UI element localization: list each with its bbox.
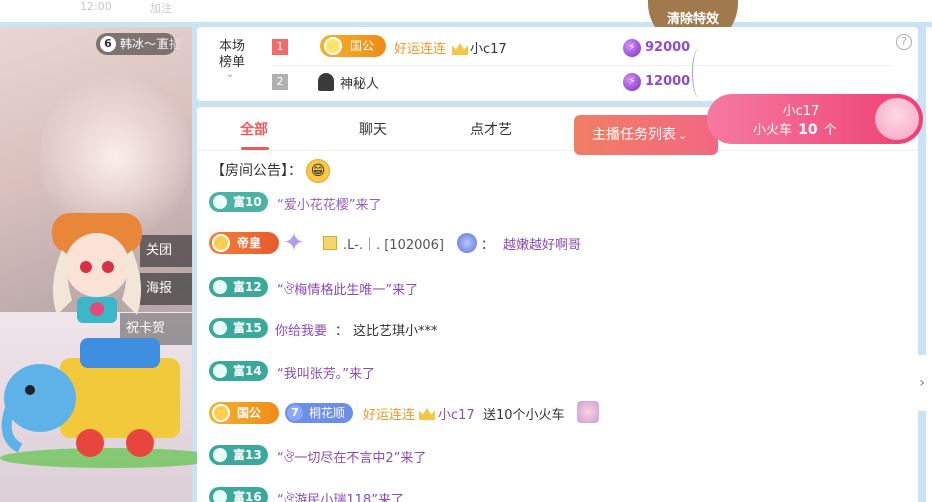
noble-badge: 国公 — [320, 35, 386, 57]
wealth-level-badge: 富15 — [209, 318, 268, 338]
hanging-thread — [692, 48, 706, 98]
chat-message: 帝皇 ✦ .L-.｜. [102006] ： 越嫩越好啊哥 — [209, 229, 909, 257]
gift-train-banner[interactable]: 小c17 小火车 10 个 — [707, 94, 923, 144]
crown-icon — [212, 234, 230, 252]
message-text: “爱小花花樱”来了 — [277, 198, 382, 213]
row-divider — [272, 65, 892, 66]
chat-message: 富12 “ঔ梅情格此生唯一”来了 — [209, 274, 909, 302]
user-name: 神秘人 — [340, 77, 380, 92]
anchor-task-list-button[interactable]: 主播任务列表 ⌄ — [574, 115, 718, 155]
mascot-sticker — [52, 213, 142, 323]
vip-icon — [323, 236, 337, 250]
mystery-avatar-icon — [318, 73, 334, 91]
level-icon — [213, 321, 227, 335]
tab-talent[interactable]: 点才艺 — [470, 119, 512, 139]
chat-message: 富13 “ঔ一切尽在不言中2”来了 — [209, 442, 909, 470]
help-icon[interactable]: ? — [896, 34, 912, 50]
top-status-strip: 12:00 加注 — [0, 0, 932, 22]
tab-chat[interactable]: 聊天 — [359, 119, 387, 139]
anchor-icon: 6 — [100, 36, 116, 52]
star-badge-icon: ✦ — [283, 228, 305, 258]
wealth-level-badge: 富10 — [209, 192, 268, 212]
message-text: “ঔ游民小瑞118”来了 — [277, 493, 404, 502]
tab-all[interactable]: 全部 — [240, 119, 268, 139]
task-button-label: 主播任务列表 — [592, 127, 676, 143]
diamond-icon — [212, 404, 230, 422]
chat-message: 富10 “爱小花花樱”来了 — [209, 189, 909, 217]
crown-icon — [452, 43, 468, 55]
message-separator: ： — [335, 324, 349, 339]
message-text: “ঔ一切尽在不言中2”来了 — [277, 451, 427, 466]
clear-effects-label: 清除特效 — [666, 12, 719, 27]
user-prefix: 好运连连 — [394, 42, 447, 57]
user-prefix: 好运连连 — [363, 408, 416, 423]
emperor-badge: 帝皇 — [209, 232, 279, 254]
level-icon — [213, 490, 227, 502]
ghost-text: 加注 — [150, 2, 172, 15]
banner-user: 小c17 — [782, 104, 820, 119]
chat-message: 富16 “ঔ游民小瑞118”来了 — [209, 484, 909, 502]
message-text: “ঔ梅情格此生唯一”来了 — [277, 283, 419, 298]
time-text: 12:00 — [80, 0, 112, 13]
live-label: 直播 — [157, 37, 182, 51]
room-notice: 【房间公告】： 😁 — [211, 159, 330, 183]
noble-badge-label: 国公 — [350, 39, 375, 53]
user-name[interactable]: 你给我要 — [275, 320, 327, 339]
wealth-level-badge: 富13 — [209, 445, 268, 465]
wealth-level-badge: 富12 — [209, 277, 268, 297]
user-name: 小c17 — [470, 42, 507, 57]
banner-gift-name: 小火车 — [753, 123, 793, 138]
expand-arrow-icon[interactable]: › — [912, 355, 932, 411]
chat-message: 国公 7 桐花顺 好运连连 小c17 送10个小火车 — [209, 399, 909, 427]
rank-number: 1 — [272, 39, 288, 55]
wealth-level-badge: 富14 — [209, 361, 268, 381]
ranking-board: 本场 榜单 ⌄ 1 国公 好运连连 小c17 2 神秘人 ⚡ 92000 ⚡ 1… — [197, 27, 918, 101]
level-icon — [213, 195, 227, 209]
board-label[interactable]: 本场 榜单 — [217, 39, 247, 71]
coin-icon: ⚡ — [623, 39, 641, 57]
message-text: 送10个小火车 — [483, 408, 565, 423]
message-text: 越嫩越好啊哥 — [503, 238, 582, 253]
room-notice-label: 【房间公告】： — [211, 163, 302, 179]
contribution-amount: 12000 — [645, 74, 691, 89]
level-icon — [213, 448, 227, 462]
chat-message: 富15 你给我要 ： 这比艺琪小*** — [209, 315, 909, 343]
wealth-level-badge: 富16 — [209, 487, 268, 502]
banner-gift-count: 小火车 10 个 — [753, 119, 837, 138]
user-name[interactable]: 小c17 — [438, 404, 475, 423]
noble-badge: 国公 — [209, 402, 279, 424]
gift-train-icon — [577, 401, 599, 423]
grin-emoji-icon: 😁 — [306, 159, 330, 183]
coin-icon: ⚡ — [623, 73, 641, 91]
medal-icon — [457, 233, 477, 253]
banner-gift-unit: 个 — [823, 123, 837, 138]
banner-gift-number: 10 — [798, 122, 818, 138]
crown-icon — [419, 408, 435, 420]
chevron-down-icon: ⌄ — [678, 129, 688, 142]
message-separator: ： — [481, 238, 495, 253]
user-name[interactable]: .L-.｜. [102006] — [343, 234, 444, 253]
diamond-icon — [324, 37, 342, 55]
gift-train-image — [875, 98, 919, 140]
rank-number: 2 — [272, 74, 288, 90]
message-text: 这比艺琪小*** — [353, 324, 438, 339]
contribution-amount: 92000 — [645, 40, 691, 55]
train-sticker — [0, 338, 220, 468]
chat-message: 富14 “我叫张芳。”来了 — [209, 358, 909, 386]
right-panel-edge — [926, 27, 932, 502]
level-icon — [213, 364, 227, 378]
chat-panel: 全部 聊天 点才艺 【房间公告】： 😁 富10 “爱小花花樱”来了 帝皇 ✦ .L… — [197, 107, 918, 502]
fan-club-badge: 7 桐花顺 — [285, 403, 354, 423]
level-icon — [213, 280, 227, 294]
active-tab-indicator — [241, 147, 269, 150]
chevron-down-icon[interactable]: ⌄ — [226, 69, 234, 80]
message-text: “我叫张芳。”来了 — [277, 367, 375, 382]
board-label-line1: 本场 — [218, 39, 245, 54]
